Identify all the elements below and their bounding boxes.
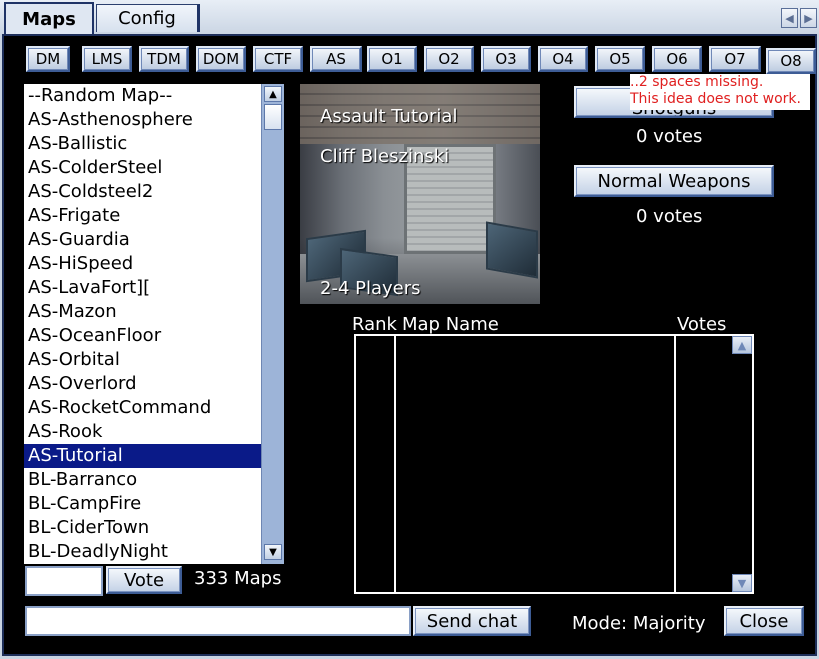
option-votes: 0 votes: [636, 126, 703, 147]
map-list-item[interactable]: AS-Frigate: [24, 204, 261, 228]
tab-maps[interactable]: Maps: [4, 2, 94, 34]
map-list-item[interactable]: AS-Rook: [24, 420, 261, 444]
map-list-item[interactable]: AS-Coldsteel2: [24, 180, 261, 204]
annotation-line: This idea does not work.: [630, 91, 801, 107]
map-list-item[interactable]: AS-Asthenosphere: [24, 108, 261, 132]
map-list-item-selected[interactable]: AS-Tutorial: [24, 444, 261, 468]
scroll-up-icon[interactable]: ▲: [732, 336, 752, 354]
map-list-item[interactable]: AS-OceanFloor: [24, 324, 261, 348]
map-list-item[interactable]: AS-RocketCommand: [24, 396, 261, 420]
map-list-item[interactable]: AS-Ballistic: [24, 132, 261, 156]
vote-button[interactable]: Vote: [106, 566, 182, 594]
annotation-note: ..2 spaces missing. This idea does not w…: [630, 74, 810, 110]
map-preview-image: Assault Tutorial Cliff Bleszinski 2-4 Pl…: [300, 84, 540, 304]
map-name-header: Map Name: [402, 314, 499, 335]
scroll-down-icon[interactable]: ▼: [264, 544, 282, 560]
option-button-normal-weapons[interactable]: Normal Weapons: [574, 165, 774, 197]
map-list-scrollbar[interactable]: ▲ ▼: [261, 84, 284, 564]
column-divider: [674, 336, 676, 592]
gametype-button-lms[interactable]: LMS: [82, 46, 132, 72]
column-divider: [394, 336, 396, 592]
gametype-button-o3[interactable]: O3: [481, 46, 531, 72]
gametype-button-tdm[interactable]: TDM: [139, 46, 189, 72]
preview-map-author: Cliff Bleszinski: [320, 146, 450, 167]
map-list-item[interactable]: --Random Map--: [24, 84, 261, 108]
gametype-button-dom[interactable]: DOM: [196, 46, 246, 72]
scroll-thumb[interactable]: [264, 104, 282, 130]
rank-table-scrollbar[interactable]: ▲ ▼: [732, 336, 752, 592]
close-button[interactable]: Close: [724, 606, 804, 636]
gametype-button-o5[interactable]: O5: [595, 46, 645, 72]
map-list-item[interactable]: AS-Mazon: [24, 300, 261, 324]
gametype-button-as[interactable]: AS: [310, 46, 362, 72]
chat-input[interactable]: [25, 606, 411, 636]
map-list-item[interactable]: AS-Orbital: [24, 348, 261, 372]
preview-crate: [486, 221, 538, 279]
tab-scroll-right-icon[interactable]: ▶: [800, 8, 817, 28]
preview-map-title: Assault Tutorial: [320, 106, 458, 127]
votes-header: Votes: [677, 314, 727, 335]
preview-player-count: 2-4 Players: [320, 278, 421, 299]
map-list[interactable]: --Random Map-- AS-Asthenosphere AS-Balli…: [24, 84, 261, 564]
gametype-button-o6[interactable]: O6: [652, 46, 702, 72]
gametype-button-o2[interactable]: O2: [424, 46, 474, 72]
send-chat-button[interactable]: Send chat: [413, 606, 531, 636]
gametype-button-o8[interactable]: O8: [766, 48, 816, 74]
gametype-button-dm[interactable]: DM: [26, 46, 70, 72]
scroll-down-icon[interactable]: ▼: [732, 574, 752, 592]
tab-scroll-left-icon[interactable]: ◀: [781, 8, 798, 28]
map-list-item[interactable]: AS-LavaFort][: [24, 276, 261, 300]
gametype-button-ctf[interactable]: CTF: [253, 46, 303, 72]
map-list-item[interactable]: BL-Barranco: [24, 468, 261, 492]
map-list-item[interactable]: BL-CiderTown: [24, 516, 261, 540]
vote-rank-table[interactable]: ▲ ▼: [354, 334, 754, 594]
gametype-button-o4[interactable]: O4: [538, 46, 588, 72]
map-list-item[interactable]: AS-HiSpeed: [24, 252, 261, 276]
map-list-item[interactable]: BL-DeadlyNight: [24, 540, 261, 564]
map-list-item[interactable]: AS-ColderSteel: [24, 156, 261, 180]
option-votes: 0 votes: [636, 206, 703, 227]
scroll-up-icon[interactable]: ▲: [264, 86, 282, 102]
gametype-button-o1[interactable]: O1: [367, 46, 417, 72]
map-list-item[interactable]: BL-CampFire: [24, 492, 261, 516]
rank-header: Rank: [352, 314, 397, 335]
tab-config[interactable]: Config: [96, 4, 200, 32]
map-list-item[interactable]: AS-Guardia: [24, 228, 261, 252]
mode-label: Mode: Majority: [572, 613, 706, 634]
annotation-line: ..2 spaces missing.: [630, 74, 764, 90]
tab-bar: Maps Config ◀ ▶: [0, 0, 819, 34]
gametype-button-o7[interactable]: O7: [709, 46, 761, 72]
map-list-item[interactable]: AS-Overlord: [24, 372, 261, 396]
vote-input[interactable]: [25, 566, 103, 596]
map-count: 333 Maps: [194, 568, 282, 589]
